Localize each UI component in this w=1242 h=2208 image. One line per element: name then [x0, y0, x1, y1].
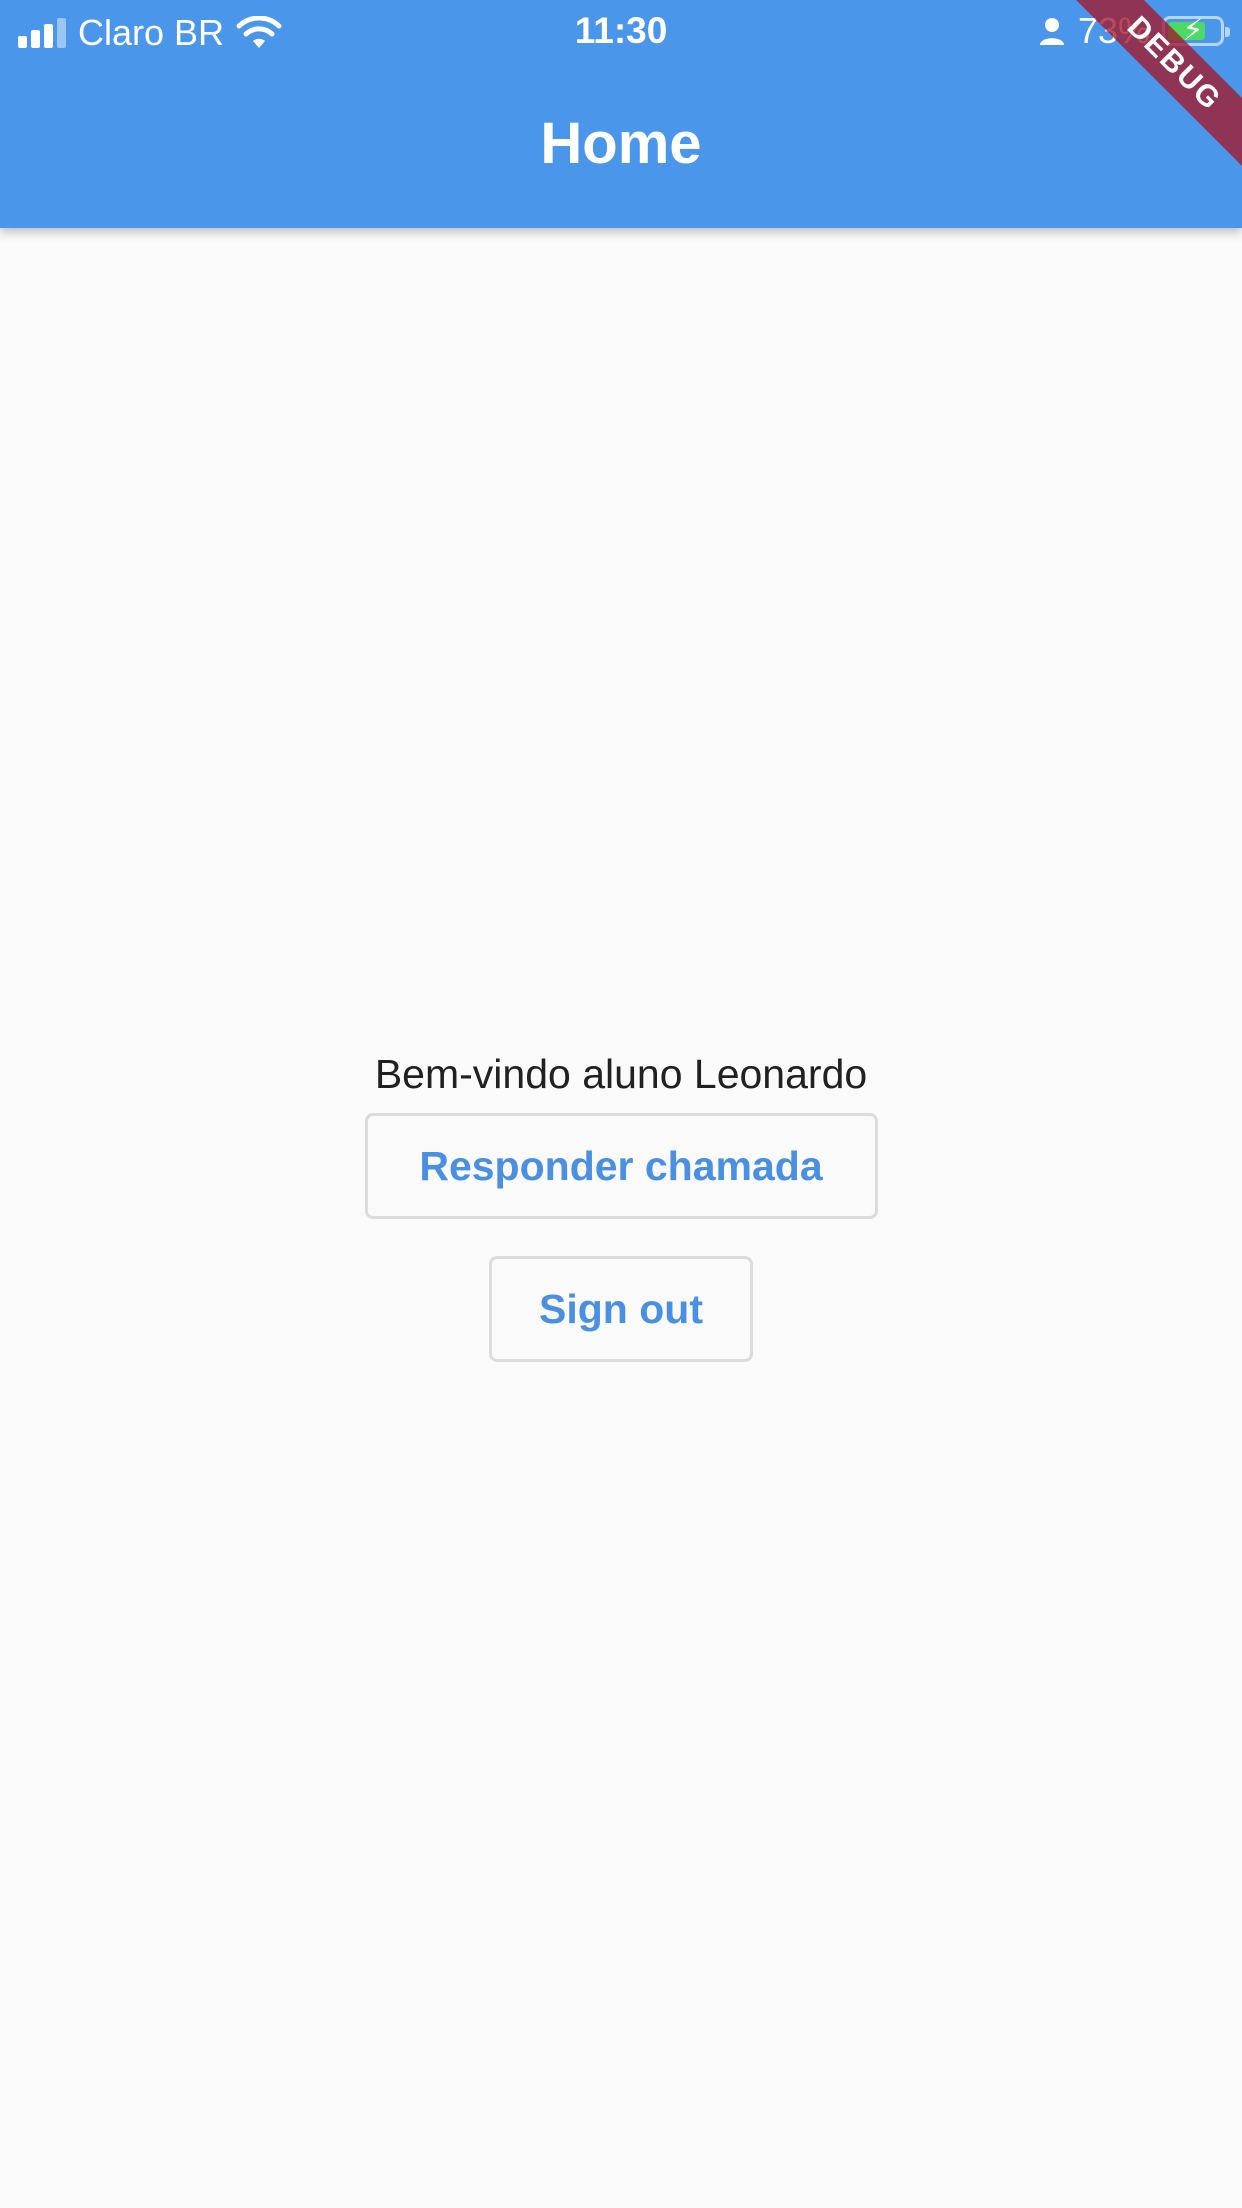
welcome-text: Bem-vindo aluno Leonardo [374, 1051, 868, 1097]
person-icon [1039, 18, 1064, 45]
main-content: Bem-vindo aluno Leonardo Responder chama… [0, 1045, 1242, 1362]
app-bar: Claro BR 11:30 73% ⚡ Home [0, 0, 1242, 228]
sign-out-button[interactable]: Sign out [489, 1256, 753, 1362]
page-title: Home [540, 111, 702, 176]
responder-chamada-button[interactable]: Responder chamada [364, 1113, 878, 1219]
status-bar: Claro BR 11:30 73% ⚡ [0, 0, 1242, 62]
battery-tip [1225, 27, 1230, 37]
